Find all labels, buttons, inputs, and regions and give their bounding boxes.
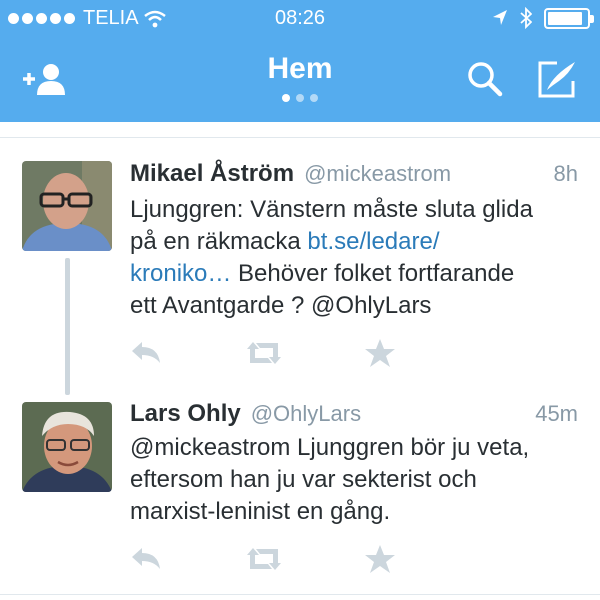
bluetooth-icon [520,7,532,29]
author-handle[interactable]: @mickeastrom [304,161,451,187]
tweet-link[interactable]: bt.se/ledare/ [307,228,439,255]
search-icon [468,62,503,97]
tweet-header: Lars Ohly @OhlyLars 45m [130,400,578,428]
tweet-text-line: @mickeastrom Ljunggren bör ju veta, [130,434,530,461]
page-dot [296,94,304,102]
retweet-icon [247,342,281,364]
favorite-icon [365,545,395,573]
tweet-text: @mickeastrom Ljunggren bör ju veta, efte… [130,432,588,528]
tweet-text-segment: Behöver folket fortfarande [231,260,515,287]
page-dot [310,94,318,102]
search-button[interactable] [460,55,510,103]
avatar[interactable] [22,161,112,251]
favorite-icon [365,339,395,367]
avatar-photo [22,402,112,492]
tweet-text-line: på en räkmacka bt.se/ledare/ [130,226,588,258]
compose-button[interactable] [532,55,582,103]
author-name[interactable]: Lars Ohly [130,400,241,428]
author-handle[interactable]: @OhlyLars [251,401,361,427]
reply-icon [132,342,160,363]
tweet-actions [128,544,408,574]
divider [0,594,600,595]
battery-fill [548,11,583,25]
tweet[interactable]: Lars Ohly @OhlyLars 45m @mickeastrom Lju… [0,390,600,595]
page-indicator [0,94,600,102]
avatar-photo [22,161,112,251]
battery-icon [544,7,594,29]
tweet-text: Ljunggren: Vänstern måste sluta glida på… [130,194,588,322]
favorite-button[interactable] [364,338,404,368]
reply-button[interactable] [128,338,168,368]
reply-icon [132,548,160,569]
avatar[interactable] [22,402,112,492]
tweet-text-line: Ljunggren: Vänstern måste sluta glida [130,196,533,223]
tweet-text-line: ett Avantgarde ? @OhlyLars [130,292,432,319]
tweet-time: 45m [535,401,578,426]
top-bar: TELIA 08:26 Hem [0,0,600,122]
tweet-link[interactable]: kroniko… [130,260,231,287]
compose-icon [538,61,575,98]
favorite-button[interactable] [364,544,404,574]
tweet-header: Mikael Åström @mickeastrom 8h [130,160,578,188]
tweet-time: 8h [553,161,578,186]
tweet-text-line: eftersom han ju var sekterist och [130,466,477,493]
retweet-button[interactable] [244,544,284,574]
retweet-icon [247,548,281,570]
tweet-text-line: marxist-leninist en gång. [130,498,391,525]
tweet-actions [128,338,408,368]
page-dot [282,94,290,102]
location-icon [493,10,507,25]
retweet-button[interactable] [244,338,284,368]
author-name[interactable]: Mikael Åström [130,160,294,188]
divider [0,137,600,138]
tweet[interactable]: Mikael Åström @mickeastrom 8h Ljunggren:… [0,150,600,390]
tweet-text-line: kroniko… Behöver folket fortfarande [130,258,588,290]
reply-button[interactable] [128,544,168,574]
page-title: Hem [267,52,333,85]
status-bar: TELIA 08:26 [0,0,600,38]
status-right [492,7,594,29]
tweet-text-segment: på en räkmacka [130,228,308,255]
